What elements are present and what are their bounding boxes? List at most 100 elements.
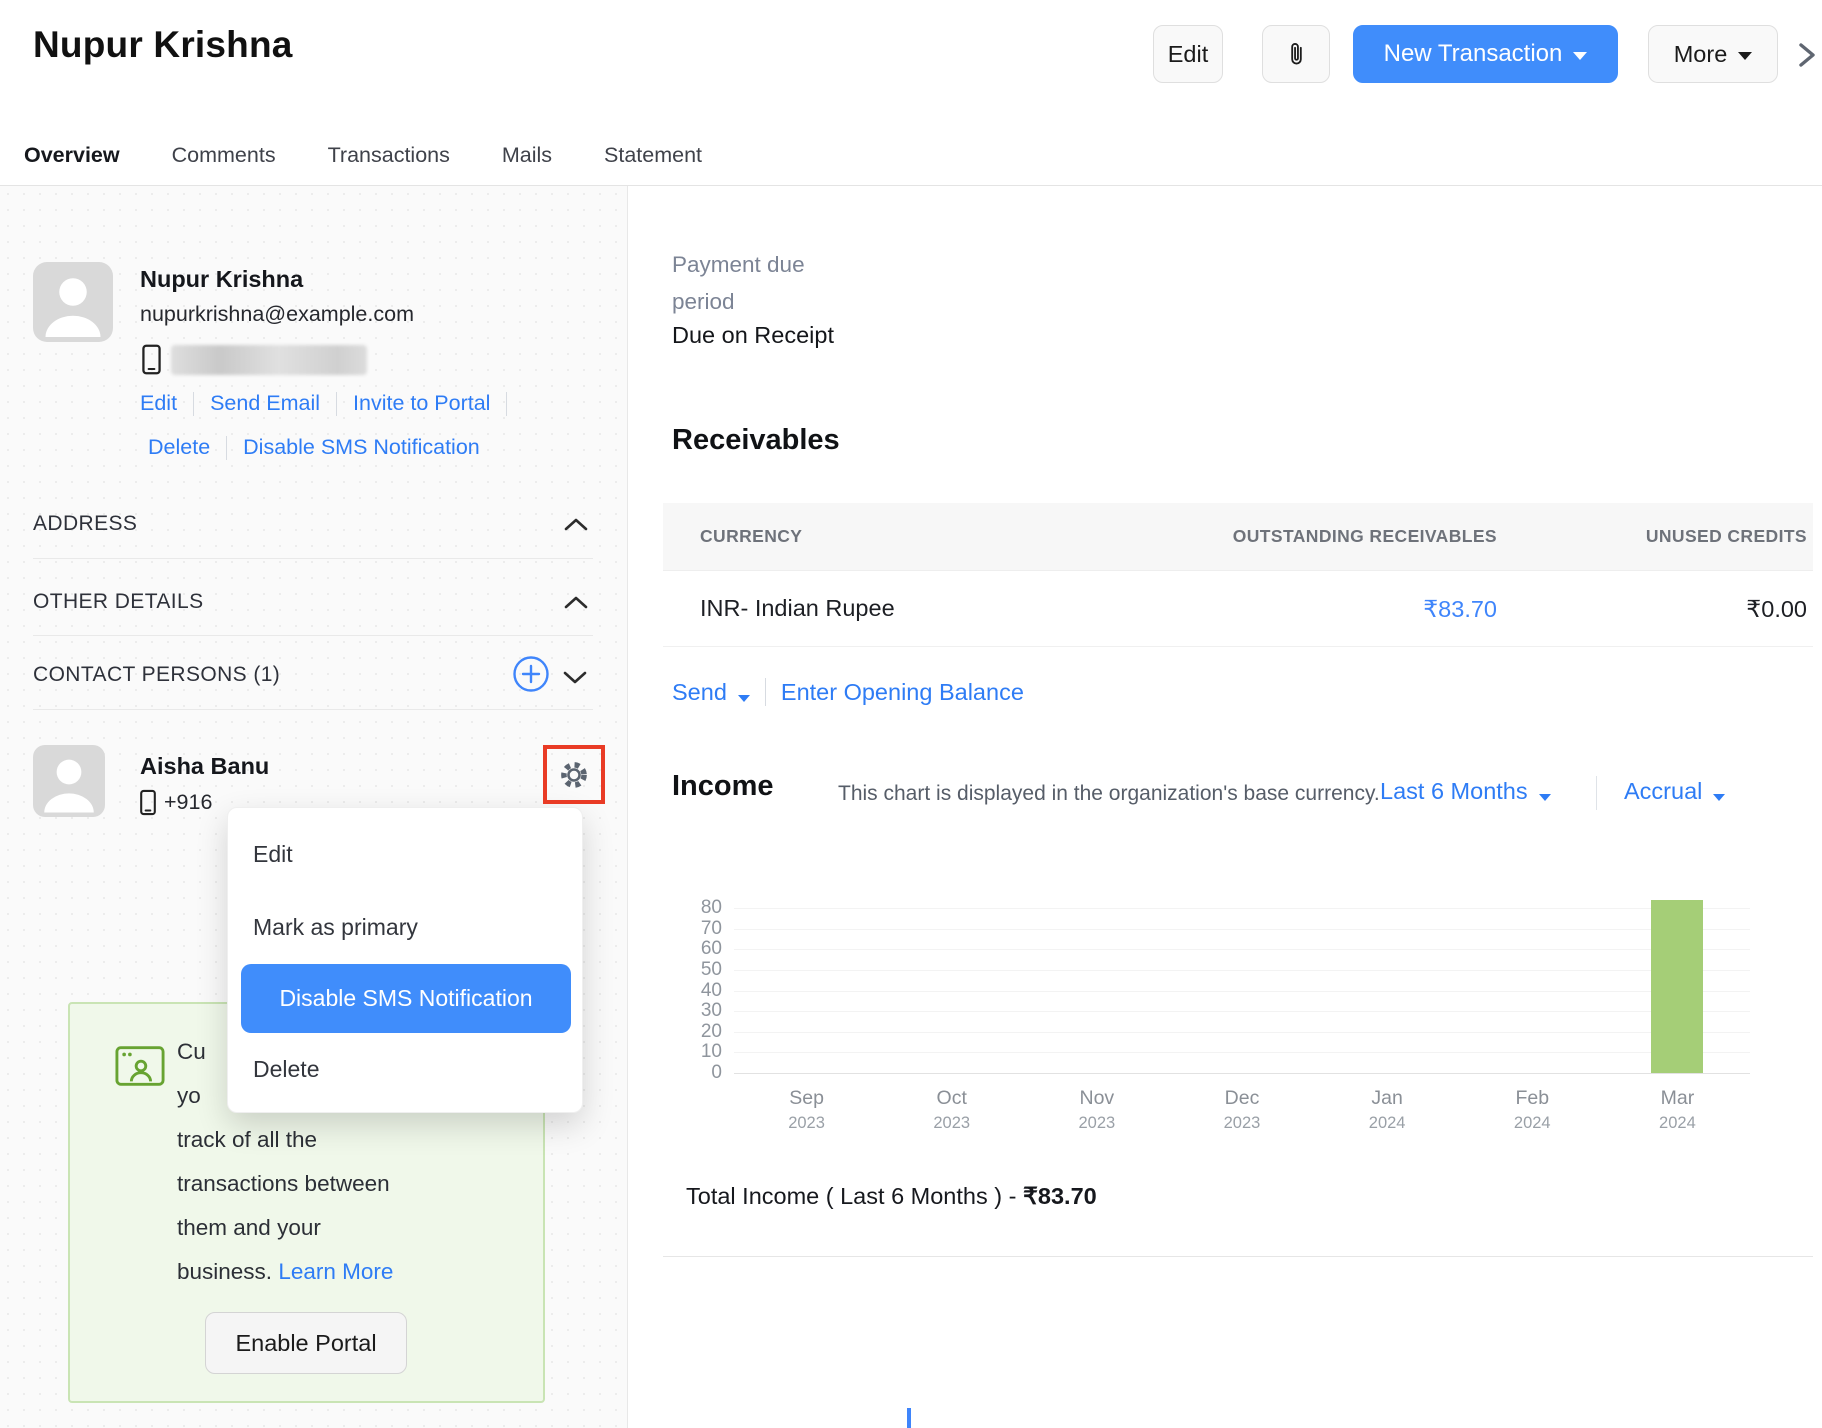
add-contact-person-button[interactable] [512, 655, 550, 693]
chevron-down-icon[interactable] [562, 669, 588, 686]
phone-icon [140, 789, 156, 816]
tab-mails[interactable]: Mails [502, 137, 552, 185]
income-basis-label: Accrual [1624, 778, 1702, 804]
invite-to-portal-link[interactable]: Invite to Portal [353, 391, 490, 416]
tab-comments[interactable]: Comments [172, 137, 276, 185]
income-title: Income [672, 770, 774, 803]
y-tick-label: 40 [701, 980, 722, 1002]
chevron-up-icon[interactable] [563, 516, 589, 533]
phone-number-redacted [171, 345, 367, 375]
tab-statement[interactable]: Statement [604, 137, 702, 185]
attachments-button[interactable] [1262, 25, 1330, 83]
edit-button[interactable]: Edit [1153, 25, 1223, 83]
edit-contact-link[interactable]: Edit [140, 391, 177, 416]
divider [33, 635, 593, 636]
contact-person-name: Aisha Banu [140, 753, 269, 780]
divider [663, 1256, 1813, 1257]
bar-slot [879, 908, 1024, 1073]
menu-item-edit[interactable]: Edit [253, 841, 293, 868]
caret-down-icon [1738, 52, 1752, 60]
column-header-currency: CURRENCY [700, 526, 802, 547]
currency-cell: INR- Indian Rupee [700, 595, 895, 622]
disable-sms-link[interactable]: Disable SMS Notification [243, 435, 480, 460]
plus-circle-icon [512, 655, 550, 693]
total-income-label: Total Income ( Last 6 Months ) - [686, 1183, 1023, 1209]
x-tick-label: Mar2024 [1605, 1087, 1750, 1133]
bars [734, 908, 1750, 1073]
avatar [33, 262, 113, 342]
income-bar-chart: 80706050403020100 Sep2023Oct2023Nov2023D… [672, 895, 1812, 1145]
income-bar [1651, 900, 1703, 1073]
divider [33, 709, 593, 710]
new-transaction-button[interactable]: New Transaction [1353, 25, 1618, 83]
enable-portal-label: Enable Portal [235, 1330, 376, 1357]
caret-down-icon [1573, 52, 1587, 60]
total-income-amount: ₹83.70 [1023, 1183, 1097, 1209]
caret-down-icon [1713, 794, 1725, 801]
edit-button-label: Edit [1168, 41, 1209, 68]
total-income-line: Total Income ( Last 6 Months ) - ₹83.70 [686, 1182, 1097, 1210]
other-details-section-header: OTHER DETAILS [33, 590, 204, 614]
divider [33, 558, 593, 559]
address-section-header: ADDRESS [33, 512, 137, 536]
portal-icon [115, 1044, 165, 1088]
x-tick-label: Jan2024 [1315, 1087, 1460, 1133]
divider [1596, 776, 1597, 810]
contact-actions-row: Edit Send Email Invite to Portal [140, 391, 523, 416]
y-tick-label: 50 [701, 959, 722, 981]
portal-text-line: transactions between [177, 1162, 393, 1206]
divider [193, 392, 194, 416]
enable-portal-button[interactable]: Enable Portal [205, 1312, 407, 1374]
annotation-highlight-box [543, 745, 605, 804]
x-tick-label: Oct2023 [879, 1087, 1024, 1133]
contact-person-context-menu: Edit Mark as primary Disable SMS Notific… [227, 807, 583, 1113]
income-basis-dropdown[interactable]: Accrual [1624, 778, 1725, 805]
y-axis: 80706050403020100 [672, 908, 722, 1073]
contact-person-phone: +916 [140, 789, 212, 816]
divider [765, 678, 766, 706]
chevron-up-icon[interactable] [563, 594, 589, 611]
tab-transactions[interactable]: Transactions [328, 137, 450, 185]
learn-more-link[interactable]: Learn More [278, 1259, 393, 1284]
income-range-label: Last 6 Months [1380, 778, 1528, 804]
contact-email: nupurkrishna@example.com [140, 302, 414, 327]
y-tick-label: 70 [701, 918, 722, 940]
unused-credits-cell: ₹0.00 [1746, 595, 1807, 623]
y-tick-label: 20 [701, 1021, 722, 1043]
x-tick-label: Dec2023 [1169, 1087, 1314, 1133]
tab-overview[interactable]: Overview [24, 137, 120, 189]
scroll-indicator [907, 1408, 911, 1428]
outstanding-amount-link[interactable]: ₹83.70 [1423, 595, 1497, 623]
phone-icon [142, 344, 161, 375]
portal-text-line: track of all the [177, 1118, 393, 1162]
y-tick-label: 0 [711, 1062, 722, 1084]
sidebar: Nupur Krishna nupurkrishna@example.com E… [0, 186, 628, 1428]
more-button[interactable]: More [1648, 25, 1778, 83]
x-axis: Sep2023Oct2023Nov2023Dec2023Jan2024Feb20… [734, 1087, 1750, 1133]
enter-opening-balance-link[interactable]: Enter Opening Balance [781, 679, 1024, 706]
gear-icon[interactable] [557, 758, 591, 792]
x-tick-label: Nov2023 [1024, 1087, 1169, 1133]
y-tick-label: 30 [701, 1000, 722, 1022]
income-range-dropdown[interactable]: Last 6 Months [1380, 778, 1551, 805]
divider [226, 436, 227, 460]
contact-person-phone-text: +916 [164, 790, 212, 815]
receivables-actions: Send Enter Opening Balance [672, 678, 1024, 706]
menu-item-mark-as-primary[interactable]: Mark as primary [253, 914, 418, 941]
delete-contact-link[interactable]: Delete [148, 435, 210, 460]
customer-detail-page: Nupur Krishna Edit New Transaction More … [0, 0, 1822, 1428]
send-dropdown[interactable]: Send [672, 679, 750, 706]
chevron-right-icon[interactable] [1789, 38, 1822, 72]
menu-item-disable-sms-notification[interactable]: Disable SMS Notification [241, 964, 571, 1033]
portal-text-line: them and your [177, 1206, 393, 1250]
receivables-table-header: CURRENCY OUTSTANDING RECEIVABLES UNUSED … [663, 503, 1813, 571]
contact-persons-section-header: CONTACT PERSONS (1) [33, 663, 280, 687]
menu-item-delete[interactable]: Delete [253, 1056, 319, 1083]
gridline [734, 1073, 1750, 1074]
payment-due-period-value: Due on Receipt [672, 322, 834, 349]
contact-phone-row [142, 344, 367, 375]
send-email-link[interactable]: Send Email [210, 391, 320, 416]
more-button-label: More [1674, 41, 1728, 68]
receivables-table: CURRENCY OUTSTANDING RECEIVABLES UNUSED … [663, 503, 1813, 647]
portal-text-line: business. Learn More [177, 1250, 393, 1294]
